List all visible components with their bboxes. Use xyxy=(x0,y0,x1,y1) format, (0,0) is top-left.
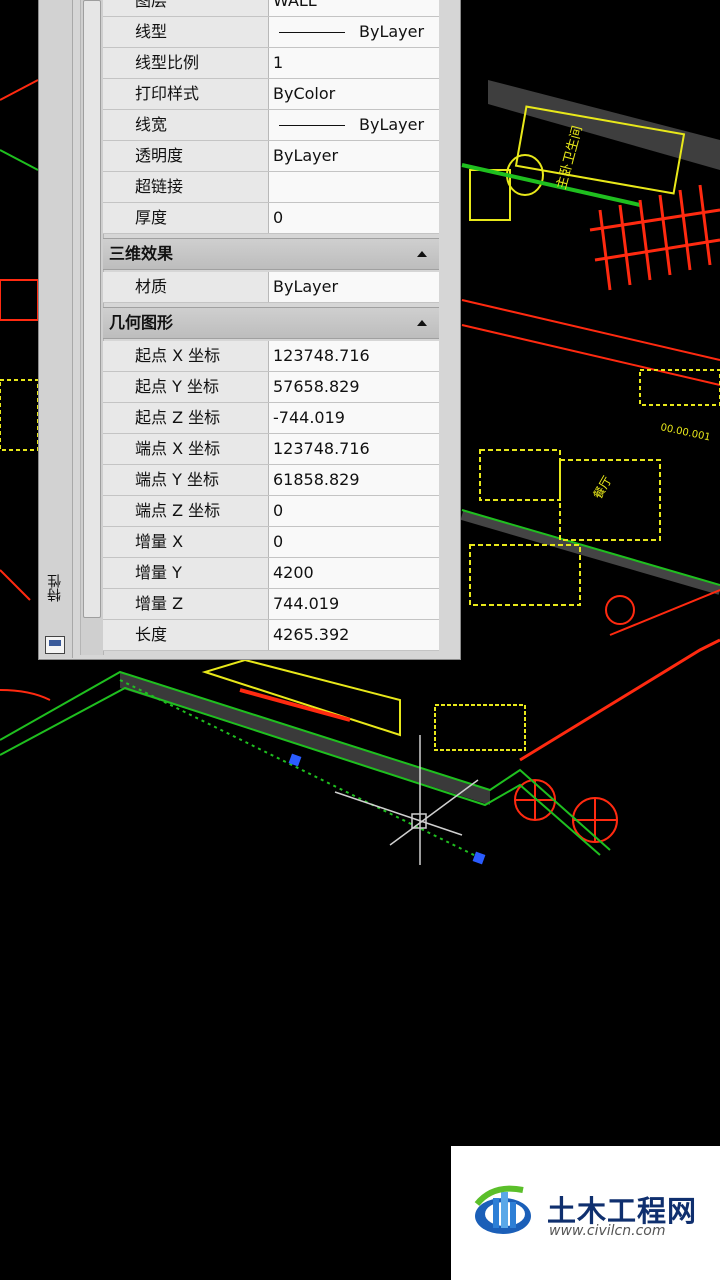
property-label: 增量 Y xyxy=(103,558,269,588)
section-title: 几何图形 xyxy=(109,313,174,332)
property-label: 端点 Z 坐标 xyxy=(103,496,269,526)
property-row[interactable]: 线型比例 1 xyxy=(103,48,439,79)
property-label: 起点 Z 坐标 xyxy=(103,403,269,433)
logo-icon xyxy=(474,1185,531,1234)
property-value[interactable]: 123748.716 xyxy=(269,434,439,464)
palette-title: 特性 xyxy=(47,574,63,602)
property-row[interactable]: 长度 4265.392 xyxy=(103,620,439,651)
property-value[interactable]: ByColor xyxy=(269,79,439,109)
collapse-arrow-icon[interactable] xyxy=(417,251,427,257)
scrollbar-thumb[interactable] xyxy=(83,0,101,618)
property-row[interactable]: 图层 WALL xyxy=(103,0,439,17)
logo-url: www.civilcn.com xyxy=(549,1223,666,1239)
property-value[interactable]: ByLayer xyxy=(269,110,439,140)
property-value[interactable]: -744.019 xyxy=(269,403,439,433)
property-value[interactable]: 1 xyxy=(269,48,439,78)
property-value-text: ByLayer xyxy=(359,22,425,41)
property-row[interactable]: 增量 Z 744.019 xyxy=(103,589,439,620)
property-row[interactable]: 透明度 ByLayer xyxy=(103,141,439,172)
palette-title-strip[interactable]: 特性 xyxy=(39,0,73,658)
scrollbar[interactable] xyxy=(80,0,104,655)
property-label: 材质 xyxy=(103,272,269,302)
property-label: 起点 X 坐标 xyxy=(103,341,269,371)
property-value[interactable]: 123748.716 xyxy=(269,341,439,371)
property-label: 打印样式 xyxy=(103,79,269,109)
property-row[interactable]: 厚度 0 xyxy=(103,203,439,234)
property-label: 长度 xyxy=(103,620,269,650)
property-label: 起点 Y 坐标 xyxy=(103,372,269,402)
property-row[interactable]: 增量 X0 xyxy=(103,527,439,558)
property-label: 线型 xyxy=(103,17,269,47)
property-label: 图层 xyxy=(103,0,269,16)
property-row[interactable]: 起点 X 坐标 123748.716 xyxy=(103,341,439,372)
property-value[interactable] xyxy=(269,172,439,202)
property-value[interactable]: 744.019 xyxy=(269,589,439,619)
property-value[interactable]: WALL xyxy=(269,0,439,16)
properties-palette[interactable]: 特性 图层 WALL 线型 ByLayer 线型比例 1 打印样式 ByColor 线宽 ByLa… xyxy=(38,0,461,660)
property-value[interactable]: 4265.392 xyxy=(269,620,439,650)
property-value[interactable]: 0 xyxy=(269,496,439,526)
property-row[interactable]: 打印样式 ByColor xyxy=(103,79,439,110)
property-value[interactable]: ByLayer xyxy=(269,272,439,302)
property-value[interactable]: 0 xyxy=(269,527,439,557)
property-value[interactable]: 4200 xyxy=(269,558,439,588)
linetype-sample xyxy=(279,32,345,33)
property-label: 厚度 xyxy=(103,203,269,233)
property-value[interactable]: 0 xyxy=(269,203,439,233)
property-label: 线型比例 xyxy=(103,48,269,78)
property-row[interactable]: 端点 X 坐标 123748.716 xyxy=(103,434,439,465)
section-title: 三维效果 xyxy=(109,244,174,263)
property-value[interactable]: ByLayer xyxy=(269,17,439,47)
property-row[interactable]: 超链接 xyxy=(103,172,439,203)
property-label: 线宽 xyxy=(103,110,269,140)
property-value-text: ByLayer xyxy=(359,115,425,134)
property-label: 端点 X 坐标 xyxy=(103,434,269,464)
property-value[interactable]: 57658.829 xyxy=(269,372,439,402)
property-row[interactable]: 材质 ByLayer xyxy=(103,272,439,303)
palette-menu-icon[interactable] xyxy=(45,636,65,654)
section-geometry[interactable]: 几何图形 xyxy=(103,307,439,339)
property-label: 超链接 xyxy=(103,172,269,202)
property-row[interactable]: 端点 Z 坐标 0 xyxy=(103,496,439,527)
property-value[interactable]: ByLayer xyxy=(269,141,439,171)
property-label: 增量 X xyxy=(103,527,269,557)
property-row[interactable]: 增量 Y 4200 xyxy=(103,558,439,589)
property-row[interactable]: 线型 ByLayer xyxy=(103,17,439,48)
property-label: 增量 Z xyxy=(103,589,269,619)
property-row[interactable]: 端点 Y 坐标 61858.829 xyxy=(103,465,439,496)
property-row[interactable]: 线宽 ByLayer xyxy=(103,110,439,141)
property-label: 端点 Y 坐标 xyxy=(103,465,269,495)
property-label: 透明度 xyxy=(103,141,269,171)
linetype-sample xyxy=(279,125,345,126)
watermark-logo: 土木工程网 www.civilcn.com xyxy=(451,1146,720,1280)
section-3d-effects[interactable]: 三维效果 xyxy=(103,238,439,270)
property-row[interactable]: 起点 Y 坐标 57658.829 xyxy=(103,372,439,403)
property-value[interactable]: 61858.829 xyxy=(269,465,439,495)
collapse-arrow-icon[interactable] xyxy=(417,320,427,326)
property-row[interactable]: 起点 Z 坐标 -744.019 xyxy=(103,403,439,434)
